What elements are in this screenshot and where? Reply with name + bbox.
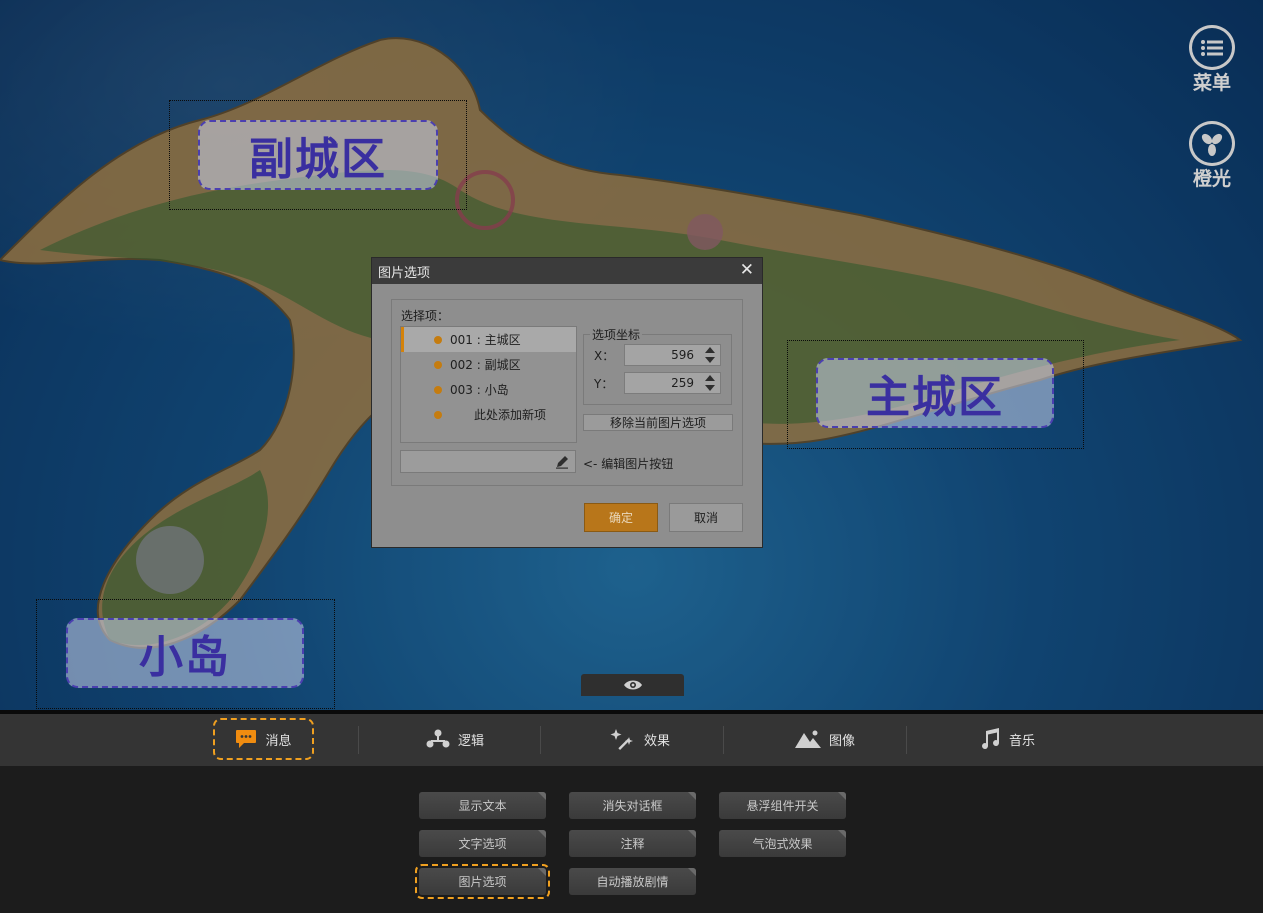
list-item-label: 001 : 主城区 <box>450 333 521 347</box>
options-panel: 选择项： 001 : 主城区 002 : 副城区 003 : 小岛 此处添加新项… <box>391 299 743 486</box>
preview-toggle-tab[interactable] <box>581 674 684 696</box>
add-new-label: 此处添加新项 <box>474 408 547 422</box>
ok-button[interactable]: 确定 <box>584 503 658 532</box>
y-spinbox[interactable]: 259 <box>624 372 721 394</box>
tab-message[interactable]: 消息 <box>213 718 314 760</box>
edit-image-button[interactable] <box>400 450 576 473</box>
remove-option-button[interactable]: 移除当前图片选项 <box>583 414 733 431</box>
command-panel: 显示文本 消失对话框 悬浮组件开关 文字选项 注释 气泡式效果 图片选项 自动播… <box>0 766 1263 913</box>
eye-icon <box>623 676 643 695</box>
image-icon <box>794 729 821 749</box>
bullet-icon <box>434 385 442 394</box>
y-row: Y： 259 <box>594 371 721 395</box>
bullet-icon <box>434 335 442 344</box>
y-label: Y： <box>594 376 614 391</box>
area-label-sub-city[interactable]: 副城区 <box>198 120 438 190</box>
orange-light-button[interactable]: 橙光 <box>1185 121 1239 191</box>
list-item-label: 002 : 副城区 <box>450 358 521 372</box>
tab-divider <box>358 726 359 754</box>
menu-button[interactable]: 菜单 <box>1185 25 1239 95</box>
list-item[interactable]: 001 : 主城区 <box>401 327 576 352</box>
image-options-dialog: 图片选项 ✕ 选择项： 001 : 主城区 002 : 副城区 003 : 小岛… <box>371 257 763 548</box>
orange-light-icon <box>1189 121 1235 166</box>
command-float-widget-toggle[interactable]: 悬浮组件开关 <box>719 792 846 819</box>
logic-icon <box>426 729 450 749</box>
command-hide-dialog[interactable]: 消失对话框 <box>569 792 696 819</box>
decrement-icon[interactable] <box>705 385 715 391</box>
tab-label: 效果 <box>643 733 670 749</box>
tab-label: 音乐 <box>1008 733 1035 749</box>
tab-label: 逻辑 <box>457 733 484 749</box>
pencil-icon <box>555 454 569 473</box>
tab-divider <box>540 726 541 754</box>
orange-light-label: 橙光 <box>1192 168 1231 190</box>
tab-effects[interactable]: 效果 <box>585 718 695 760</box>
message-icon <box>235 729 257 749</box>
options-label: 选择项： <box>401 309 450 323</box>
category-tab-bar: 消息 逻辑 效果 图像 音乐 <box>0 714 1263 766</box>
increment-icon[interactable] <box>705 375 715 381</box>
y-value: 259 <box>671 376 694 390</box>
increment-icon[interactable] <box>705 347 715 353</box>
dialog-titlebar[interactable]: 图片选项 ✕ <box>372 258 762 284</box>
x-spinbox[interactable]: 596 <box>624 344 721 366</box>
command-text-options[interactable]: 文字选项 <box>419 830 546 857</box>
edit-image-hint: <- 编辑图片按钮 <box>583 457 674 471</box>
x-value: 596 <box>671 348 694 362</box>
area-label-small-island[interactable]: 小岛 <box>66 618 304 688</box>
list-item[interactable]: 003 : 小岛 <box>401 377 576 402</box>
command-autoplay-story[interactable]: 自动播放剧情 <box>569 868 696 895</box>
area-label-main-city[interactable]: 主城区 <box>816 358 1054 428</box>
x-row: X： 596 <box>594 343 721 367</box>
list-icon <box>1189 25 1235 70</box>
music-icon <box>979 728 1001 750</box>
cancel-button[interactable]: 取消 <box>669 503 743 532</box>
menu-label: 菜单 <box>1192 72 1231 94</box>
command-comment[interactable]: 注释 <box>569 830 696 857</box>
tab-divider <box>906 726 907 754</box>
x-label: X： <box>594 348 615 363</box>
tab-label: 消息 <box>265 733 292 749</box>
command-image-options[interactable]: 图片选项 <box>415 864 550 899</box>
options-list: 001 : 主城区 002 : 副城区 003 : 小岛 此处添加新项 <box>400 326 577 443</box>
command-show-text[interactable]: 显示文本 <box>419 792 546 819</box>
tab-label: 图像 <box>828 733 855 749</box>
coord-group: 选项坐标 X： 596 Y： 259 <box>583 326 732 405</box>
add-new-item[interactable]: 此处添加新项 <box>401 402 576 427</box>
decrement-icon[interactable] <box>705 357 715 363</box>
list-item-label: 003 : 小岛 <box>450 383 509 397</box>
tab-divider <box>723 726 724 754</box>
command-bubble-effect[interactable]: 气泡式效果 <box>719 830 846 857</box>
tab-image[interactable]: 图像 <box>770 718 880 760</box>
close-icon[interactable]: ✕ <box>740 260 754 280</box>
tab-music[interactable]: 音乐 <box>952 718 1062 760</box>
effects-icon <box>610 727 636 751</box>
dialog-title: 图片选项 <box>378 265 431 281</box>
bullet-icon <box>434 360 442 369</box>
coord-group-title: 选项坐标 <box>590 326 643 343</box>
bullet-icon <box>434 410 442 419</box>
list-item[interactable]: 002 : 副城区 <box>401 352 576 377</box>
tab-logic[interactable]: 逻辑 <box>400 718 510 760</box>
